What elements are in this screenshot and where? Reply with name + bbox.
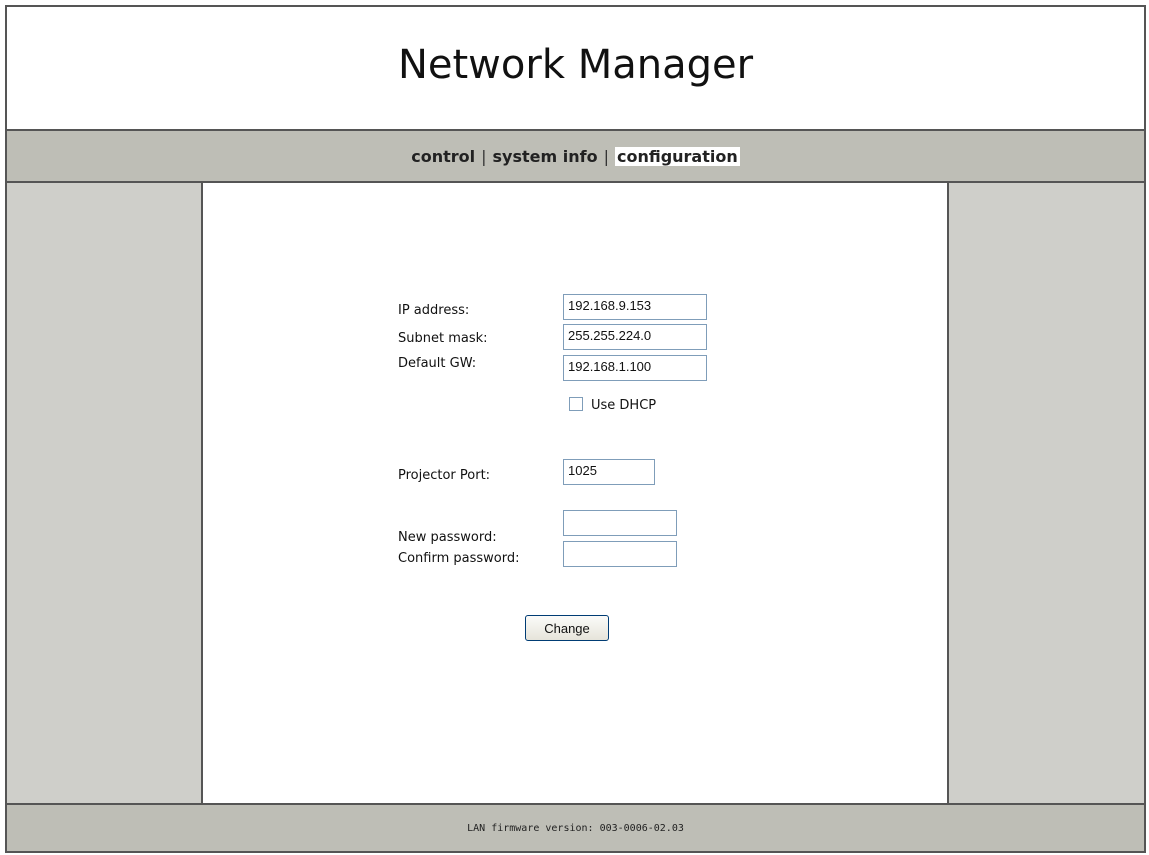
projector-port-label: Projector Port: xyxy=(398,468,491,483)
left-sidebar xyxy=(7,183,203,803)
projector-port-input[interactable]: 1025 xyxy=(563,459,655,485)
confirm-password-input[interactable] xyxy=(563,541,677,567)
new-password-input[interactable] xyxy=(563,510,677,536)
subnet-mask-input[interactable]: 255.255.224.0 xyxy=(563,324,707,350)
firmware-version-text: LAN firmware version: 003-0006-02.03 xyxy=(467,822,684,834)
footer: LAN firmware version: 003-0006-02.03 xyxy=(7,803,1144,851)
default-gateway-input[interactable]: 192.168.1.100 xyxy=(563,355,707,381)
nav-separator: | xyxy=(481,146,487,166)
new-password-label: New password: xyxy=(398,530,497,545)
nav-control-link[interactable]: control xyxy=(411,147,475,166)
subnet-mask-label: Subnet mask: xyxy=(398,331,488,346)
use-dhcp-label: Use DHCP xyxy=(591,398,657,413)
ip-address-label: IP address: xyxy=(398,303,470,318)
confirm-password-label: Confirm password: xyxy=(398,551,520,566)
default-gateway-label: Default GW: xyxy=(398,356,477,371)
nav-separator: | xyxy=(603,146,609,166)
right-sidebar xyxy=(947,183,1144,803)
page-frame: Network Manager control | system info | … xyxy=(5,5,1146,853)
nav-system-info-link[interactable]: system info xyxy=(493,147,598,166)
nav-configuration-link[interactable]: configuration xyxy=(614,146,740,166)
nav-bar: control | system info | configuration xyxy=(7,131,1144,183)
header: Network Manager xyxy=(7,7,1144,131)
page-title: Network Manager xyxy=(397,42,754,88)
config-form-panel: IP address: 192.168.9.153 Subnet mask: 2… xyxy=(205,183,949,803)
ip-address-input[interactable]: 192.168.9.153 xyxy=(563,294,707,320)
use-dhcp-checkbox[interactable] xyxy=(569,397,583,411)
change-button[interactable]: Change xyxy=(525,615,609,641)
